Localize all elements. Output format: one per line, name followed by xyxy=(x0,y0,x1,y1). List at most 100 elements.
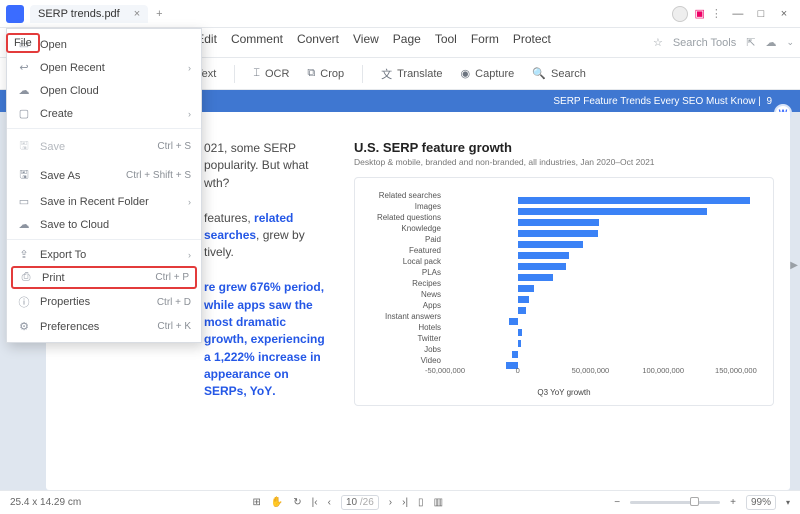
doc-header-title: SERP Feature Trends Every SEO Must Know … xyxy=(553,96,761,107)
chart-tick: 0 xyxy=(516,366,520,375)
file-menu: ▭Open ↩Open Recent› ☁Open Cloud ▢Create›… xyxy=(6,28,202,343)
cloud-up-icon: ☁ xyxy=(17,218,31,231)
rotate-icon[interactable]: ↻ xyxy=(293,497,301,508)
page-number-input[interactable]: 10 /26 xyxy=(341,495,379,510)
camera-icon: ◉ xyxy=(461,67,471,80)
chart-category-label: Video xyxy=(363,356,445,365)
minimize-button[interactable]: — xyxy=(728,8,748,20)
next-page-arrow-icon[interactable]: ▶ xyxy=(790,260,798,271)
chevron-right-icon: › xyxy=(188,197,191,207)
share-icon[interactable]: ⇱ xyxy=(746,36,755,49)
avatar[interactable] xyxy=(672,6,688,22)
status-coords: 25.4 x 14.29 cm xyxy=(10,497,81,508)
menubar-chevron-icon[interactable]: ⌄ xyxy=(786,37,794,48)
folder-icon: ▭ xyxy=(17,195,31,208)
chart-tick: 150,000,000 xyxy=(715,366,757,375)
chart-category-label: Apps xyxy=(363,301,445,310)
export-icon: ⇪ xyxy=(17,248,31,261)
chart-category-label: Jobs xyxy=(363,345,445,354)
menu-save-as[interactable]: 🖫Save AsCtrl + Shift + S xyxy=(7,161,201,190)
continuous-page-icon[interactable]: ▥ xyxy=(434,497,443,508)
search-icon: 🔍 xyxy=(532,67,546,80)
crop-icon: ⧉ xyxy=(307,67,315,80)
menu-tabs: Home Edit Comment Convert View Page Tool… xyxy=(150,32,551,54)
ocr-icon: ⌶ xyxy=(253,67,260,80)
fit-page-icon[interactable]: ⊞ xyxy=(252,497,260,508)
menu-open-cloud[interactable]: ☁Open Cloud xyxy=(7,79,201,102)
tab-convert[interactable]: Convert xyxy=(297,32,339,54)
chart-bar: Twitter xyxy=(363,333,765,344)
translate-button[interactable]: 文Translate xyxy=(381,66,442,82)
menu-preferences[interactable]: ⚙PreferencesCtrl + K xyxy=(7,315,201,338)
search-button[interactable]: 🔍Search xyxy=(532,67,586,80)
chart-bar: Recipes xyxy=(363,278,765,289)
file-icon: ▢ xyxy=(17,107,31,120)
next-page-icon[interactable]: › xyxy=(389,497,392,508)
doc-header-page: 9 xyxy=(766,96,772,107)
tab-form[interactable]: Form xyxy=(471,32,499,54)
chart-category-label: Related questions xyxy=(363,213,445,222)
menu-properties[interactable]: ⓘPropertiesCtrl + D xyxy=(7,289,201,315)
first-page-icon[interactable]: |‹ xyxy=(312,497,318,508)
more-icon[interactable]: ⋮ xyxy=(711,7,722,20)
chart-title: U.S. SERP feature growth xyxy=(354,140,774,155)
last-page-icon[interactable]: ›| xyxy=(402,497,408,508)
menu-create[interactable]: ▢Create› xyxy=(7,102,201,125)
chart: Related searchesImagesRelated questionsK… xyxy=(354,177,774,406)
info-icon: ⓘ xyxy=(17,294,31,310)
file-menu-button[interactable]: File xyxy=(6,33,40,53)
tab-page[interactable]: Page xyxy=(393,32,421,54)
chart-subtitle: Desktop & mobile, branded and non-brande… xyxy=(354,157,774,167)
body-text: 021, some SERP popularity. But what wth?… xyxy=(204,140,328,406)
tab-view[interactable]: View xyxy=(353,32,379,54)
zoom-knob[interactable] xyxy=(690,497,699,506)
menu-save-recent-folder[interactable]: ▭Save in Recent Folder› xyxy=(7,190,201,213)
app-icon xyxy=(6,5,24,23)
chart-category-label: Related searches xyxy=(363,191,445,200)
chart-category-label: Recipes xyxy=(363,279,445,288)
maximize-button[interactable]: □ xyxy=(751,8,771,20)
zoom-chevron-icon[interactable]: ▾ xyxy=(786,498,790,507)
chart-bar: Hotels xyxy=(363,322,765,333)
notification-icon[interactable]: ▣ xyxy=(694,7,704,20)
cloud-icon[interactable]: ☁ xyxy=(765,36,776,49)
search-tools-label[interactable]: Search Tools xyxy=(673,37,736,49)
cloud-icon: ☁ xyxy=(17,84,31,97)
search-tools-icon[interactable]: ☆ xyxy=(653,36,663,49)
prev-page-icon[interactable]: ‹ xyxy=(328,497,331,508)
tab-tool[interactable]: Tool xyxy=(435,32,457,54)
new-tab-button[interactable]: + xyxy=(156,8,162,20)
hand-icon[interactable]: ✋ xyxy=(271,497,283,508)
document-tab[interactable]: SERP trends.pdf × xyxy=(30,5,148,23)
chart-category-label: Local pack xyxy=(363,257,445,266)
chart-category-label: Knowledge xyxy=(363,224,445,233)
zoom-in-icon[interactable]: + xyxy=(730,497,736,508)
close-button[interactable]: × xyxy=(774,8,794,20)
zoom-slider[interactable] xyxy=(630,501,720,504)
chart-category-label: Instant answers xyxy=(363,312,445,321)
menu-print[interactable]: ⎙PrintCtrl + P xyxy=(11,266,197,289)
zoom-out-icon[interactable]: − xyxy=(614,497,620,508)
print-icon: ⎙ xyxy=(19,271,33,284)
single-page-icon[interactable]: ▯ xyxy=(418,497,424,508)
chart-x-label: Q3 YoY growth xyxy=(363,388,765,397)
chart-tick: 100,000,000 xyxy=(642,366,684,375)
menu-open-recent[interactable]: ↩Open Recent› xyxy=(7,56,201,79)
ocr-button[interactable]: ⌶OCR xyxy=(253,67,289,80)
save-icon: 🖫 xyxy=(17,137,31,156)
crop-button[interactable]: ⧉Crop xyxy=(307,67,344,80)
gear-icon: ⚙ xyxy=(17,320,31,333)
zoom-value[interactable]: 99% xyxy=(746,495,776,510)
translate-icon: 文 xyxy=(381,66,392,82)
menu-export-to[interactable]: ⇪Export To› xyxy=(7,243,201,266)
menu-save-to-cloud[interactable]: ☁Save to Cloud xyxy=(7,213,201,236)
tab-protect[interactable]: Protect xyxy=(513,32,551,54)
tab-comment[interactable]: Comment xyxy=(231,32,283,54)
chevron-right-icon: › xyxy=(188,63,191,73)
chart-bar: News xyxy=(363,289,765,300)
close-tab-icon[interactable]: × xyxy=(134,8,140,20)
capture-button[interactable]: ◉Capture xyxy=(461,67,515,80)
tab-title: SERP trends.pdf xyxy=(38,8,120,20)
chart-category-label: Featured xyxy=(363,246,445,255)
clock-icon: ↩ xyxy=(17,61,31,74)
